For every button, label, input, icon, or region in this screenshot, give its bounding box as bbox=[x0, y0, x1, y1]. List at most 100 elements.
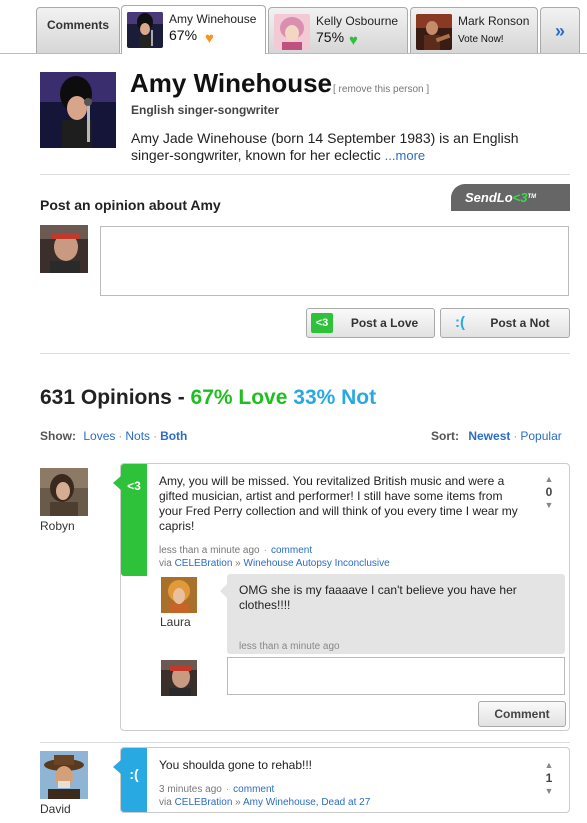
via-label: via bbox=[159, 558, 172, 569]
sort-popular[interactable]: Popular bbox=[520, 429, 561, 443]
green-heart-icon: ♥ bbox=[349, 32, 358, 49]
tab-person-percent: 67% bbox=[169, 27, 198, 43]
comment-link[interactable]: comment bbox=[233, 784, 274, 795]
post-not-button[interactable]: :( Post a Not bbox=[440, 308, 570, 338]
post-opinion-title: Post an opinion about Amy bbox=[40, 197, 221, 213]
tab-comments[interactable]: Comments bbox=[36, 7, 120, 53]
card-pointer bbox=[113, 476, 121, 490]
post-love-label: Post a Love bbox=[350, 316, 419, 330]
opinions-summary: 631 Opinions - 67% Love 33% Not bbox=[40, 386, 376, 410]
sendlove-heart-text: <3 bbox=[512, 190, 528, 205]
via-separator: » bbox=[235, 797, 241, 808]
card-pointer bbox=[113, 760, 121, 774]
opinion-textarea[interactable] bbox=[100, 226, 569, 296]
not-stripe: :( bbox=[121, 748, 147, 812]
opinions-count: 631 Opinions - bbox=[40, 386, 191, 409]
reply-textarea[interactable] bbox=[227, 657, 565, 695]
profile-subtitle: English singer-songwriter bbox=[131, 103, 280, 117]
opinion-time: less than a minute ago bbox=[159, 545, 260, 556]
divider bbox=[40, 353, 570, 354]
sort-newest[interactable]: Newest bbox=[468, 429, 510, 443]
show-label: Show: bbox=[40, 429, 76, 443]
vote-down-icon[interactable]: ▼ bbox=[541, 786, 557, 796]
tab-person-percent: 75% bbox=[316, 29, 345, 45]
tab-kelly-osbourne[interactable]: Kelly Osbourne 75% ♥ bbox=[268, 7, 408, 53]
via-source-link[interactable]: CELEBration bbox=[175, 558, 233, 569]
via-separator: » bbox=[235, 558, 241, 569]
amy-thumbnail bbox=[127, 12, 163, 48]
post-love-button[interactable]: <3 Post a Love bbox=[306, 308, 435, 338]
kelly-thumbnail bbox=[274, 14, 310, 50]
tab-comments-label: Comments bbox=[46, 18, 109, 32]
via-topic-link[interactable]: Amy Winehouse, Dead at 27 bbox=[243, 797, 370, 808]
vote-down-icon[interactable]: ▼ bbox=[541, 500, 557, 510]
vote-up-icon[interactable]: ▲ bbox=[541, 474, 557, 484]
opinion-text: You shoulda gone to rehab!!! bbox=[159, 758, 313, 772]
opinion-time: 3 minutes ago bbox=[159, 784, 222, 795]
profile-bio-text: Amy Jade Winehouse (born 14 September 19… bbox=[131, 130, 519, 163]
reply-avatar[interactable] bbox=[161, 577, 197, 613]
sad-face-icon: :( bbox=[129, 766, 139, 782]
profile-bio: Amy Jade Winehouse (born 14 September 19… bbox=[131, 130, 551, 164]
reply-pointer bbox=[220, 584, 227, 598]
opinion-meta: less than a minute ago · comment via CELEB… bbox=[159, 545, 390, 569]
post-not-label: Post a Not bbox=[490, 316, 550, 330]
show-filter: Show: Loves · Nots · Both bbox=[40, 429, 188, 443]
person-tabbar: Comments Amy Winehouse 67% ♥ Kelly Osbou… bbox=[0, 0, 587, 54]
bio-more-link[interactable]: ...more bbox=[385, 148, 425, 163]
love-percent: 67% Love bbox=[190, 386, 288, 409]
double-chevron-right-icon: » bbox=[554, 21, 565, 41]
comment-link[interactable]: comment bbox=[271, 545, 312, 556]
love-stripe: <3 bbox=[121, 464, 147, 576]
filter-nots[interactable]: Nots bbox=[125, 429, 150, 443]
avatar[interactable] bbox=[40, 751, 88, 799]
sort-label: Sort: bbox=[431, 429, 459, 443]
more-tabs-button[interactable]: » bbox=[540, 7, 580, 53]
avatar[interactable] bbox=[40, 468, 88, 516]
profile-name: Amy Winehouse bbox=[130, 68, 333, 98]
vote-count: 0 bbox=[545, 485, 553, 499]
tab-person-name: Amy Winehouse bbox=[169, 12, 257, 26]
via-source-link[interactable]: CELEBration bbox=[175, 797, 233, 808]
opinion-card: :( You shoulda gone to rehab!!! 3 minute… bbox=[113, 747, 570, 813]
vote-count: 1 bbox=[545, 771, 553, 785]
vote-widget: ▲ 1 ▼ bbox=[541, 760, 557, 796]
opinion-meta: 3 minutes ago · comment via CELEBration » … bbox=[159, 784, 371, 808]
sendlove-brand-text: SendLo bbox=[465, 190, 513, 205]
reply-text: OMG she is my faaaave I can't believe yo… bbox=[239, 583, 517, 612]
filter-both[interactable]: Both bbox=[160, 429, 187, 443]
vote-up-icon[interactable]: ▲ bbox=[541, 760, 557, 770]
sad-face-icon: :( bbox=[455, 314, 465, 331]
reply-time: less than a minute ago bbox=[239, 641, 340, 652]
vote-widget: ▲ 0 ▼ bbox=[541, 474, 557, 510]
via-topic-link[interactable]: Winehouse Autopsy Inconclusive bbox=[244, 558, 390, 569]
reply-username[interactable]: Laura bbox=[160, 615, 191, 629]
opinion-username[interactable]: David bbox=[40, 802, 71, 816]
current-user-avatar bbox=[40, 225, 88, 273]
tab-amy-winehouse[interactable]: Amy Winehouse 67% ♥ bbox=[121, 5, 266, 54]
sendlove-tm: TM bbox=[527, 194, 537, 200]
vote-now-label: Vote Now! bbox=[458, 34, 504, 45]
opinion-text: Amy, you will be missed. You revitalized… bbox=[159, 474, 518, 533]
tab-person-name: Mark Ronson bbox=[458, 14, 530, 28]
tab-mark-ronson[interactable]: Mark Ronson Vote Now! bbox=[410, 7, 538, 53]
comment-button[interactable]: Comment bbox=[478, 701, 566, 727]
filter-loves[interactable]: Loves bbox=[83, 429, 115, 443]
opinion-card: <3 Amy, you will be missed. You revitali… bbox=[113, 463, 570, 731]
sort-filter: Sort: Newest · Popular bbox=[431, 429, 562, 443]
mark-thumbnail bbox=[416, 14, 452, 50]
divider bbox=[40, 742, 570, 743]
opinion-username[interactable]: Robyn bbox=[40, 519, 75, 533]
sendlove-logo: SendLo<3TM bbox=[451, 184, 570, 211]
tab-person-name: Kelly Osbourne bbox=[316, 14, 399, 28]
tabbar-baseline bbox=[0, 53, 587, 54]
not-percent: 33% Not bbox=[293, 386, 377, 409]
profile-photo bbox=[40, 72, 116, 148]
via-label: via bbox=[159, 797, 172, 808]
remove-person-link[interactable]: [ remove this person ] bbox=[333, 84, 429, 95]
orange-heart-icon: ♥ bbox=[205, 30, 214, 47]
love-icon: <3 bbox=[127, 479, 141, 493]
divider bbox=[40, 174, 570, 175]
love-icon: <3 bbox=[311, 313, 333, 333]
current-user-avatar bbox=[161, 660, 197, 696]
